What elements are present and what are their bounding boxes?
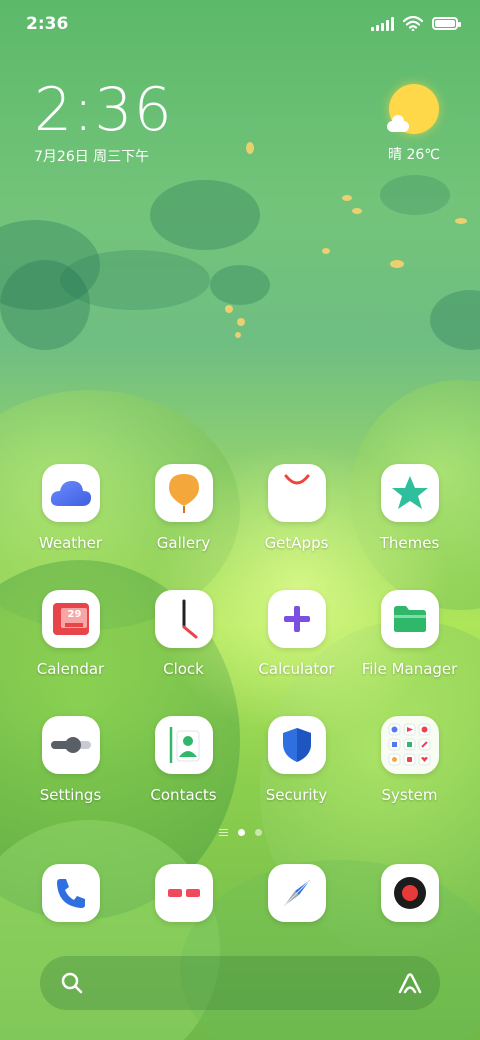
- page-dot-2[interactable]: [254, 829, 262, 836]
- getapps-app-tile[interactable]: [267, 464, 326, 522]
- page-indicator: [0, 829, 480, 836]
- assistant-a-icon[interactable]: [396, 969, 424, 997]
- app-gallery[interactable]: Gallery: [127, 464, 240, 552]
- app-security[interactable]: Security: [240, 716, 353, 804]
- weather-cloud-icon: [50, 481, 91, 506]
- themes-star-icon: [391, 476, 428, 509]
- system-folder-tile[interactable]: [380, 716, 439, 774]
- gallery-app-tile[interactable]: [154, 464, 213, 522]
- app-calculator[interactable]: Calculator: [240, 590, 353, 678]
- folder-grid-icon: [388, 723, 430, 766]
- camera-app-tile[interactable]: [380, 864, 439, 922]
- app-label: File Manager: [361, 660, 458, 678]
- app-label: System: [381, 786, 438, 804]
- getapps-bag-icon: [284, 474, 309, 485]
- app-getapps[interactable]: GetApps: [240, 464, 353, 552]
- browser-compass-icon: [283, 880, 310, 906]
- app-weather[interactable]: Weather: [14, 464, 127, 552]
- weather-widget[interactable]: 晴 26℃: [382, 84, 446, 164]
- app-label: Weather: [38, 534, 103, 552]
- clock-icon: [182, 599, 197, 639]
- phone-icon: [56, 879, 85, 908]
- dock-messages[interactable]: [127, 864, 240, 922]
- wifi-icon: [403, 16, 423, 31]
- status-time: 2:36: [26, 14, 69, 34]
- themes-app-tile[interactable]: [380, 464, 439, 522]
- search-icon[interactable]: [60, 971, 84, 995]
- shield-icon: [282, 728, 311, 762]
- messages-app-tile[interactable]: [154, 864, 213, 922]
- app-label: Contacts: [150, 786, 217, 804]
- app-label: Calendar: [36, 660, 105, 678]
- status-bar: 2:36: [0, 0, 480, 52]
- cellular-signal-icon: [371, 16, 394, 31]
- calculator-app-tile[interactable]: [267, 590, 326, 648]
- contacts-icon: [169, 727, 199, 763]
- app-label: GetApps: [264, 534, 329, 552]
- folder-icon: [393, 606, 426, 632]
- app-folder-system[interactable]: System: [353, 716, 466, 804]
- widget-time: 2:36: [34, 75, 173, 145]
- app-label: Calculator: [258, 660, 335, 678]
- app-clock[interactable]: Clock: [127, 590, 240, 678]
- contacts-app-tile[interactable]: [154, 716, 213, 774]
- app-contacts[interactable]: Contacts: [127, 716, 240, 804]
- sun-cloud-icon: [387, 84, 439, 134]
- messages-icon: [167, 889, 200, 897]
- widget-date: 7月26日 周三下午: [34, 149, 150, 165]
- file-manager-app-tile[interactable]: [380, 590, 439, 648]
- app-themes[interactable]: Themes: [353, 464, 466, 552]
- calculator-plus-icon: [283, 606, 310, 632]
- calendar-app-tile[interactable]: 29: [41, 590, 100, 648]
- weather-text: 晴 26℃: [388, 147, 440, 163]
- calendar-date-badge: 29: [67, 609, 82, 620]
- app-calendar[interactable]: 29 Calendar: [14, 590, 127, 678]
- app-label: Themes: [379, 534, 440, 552]
- settings-app-tile[interactable]: [41, 716, 100, 774]
- app-label: Clock: [163, 660, 204, 678]
- dock-browser[interactable]: [240, 864, 353, 922]
- browser-app-tile[interactable]: [267, 864, 326, 922]
- app-label: Gallery: [156, 534, 211, 552]
- app-label: Settings: [39, 786, 102, 804]
- app-settings[interactable]: Settings: [14, 716, 127, 804]
- battery-icon: [432, 17, 461, 30]
- clock-app-tile[interactable]: [154, 590, 213, 648]
- security-app-tile[interactable]: [267, 716, 326, 774]
- app-file-manager[interactable]: File Manager: [353, 590, 466, 678]
- dock-camera[interactable]: [353, 864, 466, 922]
- weather-app-tile[interactable]: [41, 464, 100, 522]
- phone-app-tile[interactable]: [41, 864, 100, 922]
- page-dot-1[interactable]: [237, 829, 245, 836]
- camera-icon: [393, 877, 426, 909]
- clock-widget[interactable]: 2:36 7月26日 周三下午: [34, 78, 173, 166]
- gallery-balloon-icon: [168, 474, 199, 513]
- app-label: Security: [265, 786, 328, 804]
- app-list-indicator-icon[interactable]: [218, 829, 228, 836]
- search-bar[interactable]: [40, 956, 440, 1010]
- settings-toggle-icon: [50, 737, 91, 753]
- dock-phone[interactable]: [14, 864, 127, 922]
